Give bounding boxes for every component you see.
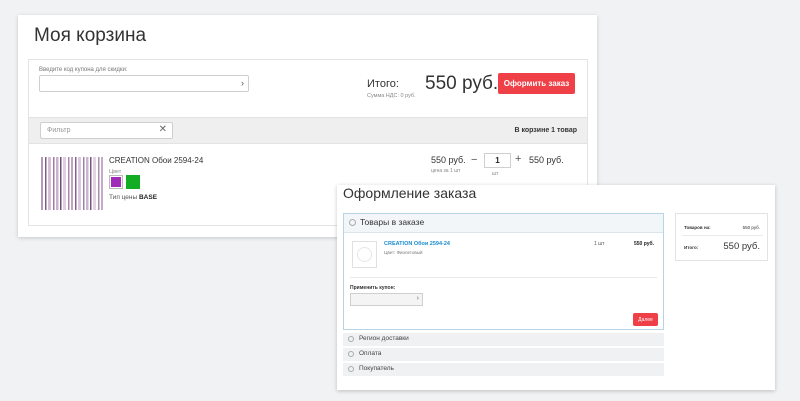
chevron-right-icon[interactable]: › bbox=[241, 78, 244, 88]
section-delivery-region[interactable]: Регион доставки bbox=[343, 333, 664, 346]
divider bbox=[350, 277, 657, 278]
price-type-label: Тип цены bbox=[109, 194, 138, 201]
coupon-input[interactable]: › bbox=[39, 75, 249, 92]
goods-total-label: Товаров на: bbox=[684, 225, 711, 230]
cart-count: В корзине 1 товар bbox=[514, 127, 577, 134]
next-button[interactable]: Далее bbox=[633, 313, 658, 326]
section-buyer[interactable]: Покупатель bbox=[343, 363, 664, 376]
expand-icon bbox=[348, 351, 354, 357]
order-items-title: Товары в заказе bbox=[360, 217, 425, 227]
quantity-unit: шт bbox=[492, 171, 499, 177]
image-placeholder-icon bbox=[357, 247, 372, 262]
filter-placeholder: Фильтр bbox=[47, 127, 71, 134]
order-items-header[interactable]: Товары в заказе bbox=[344, 214, 663, 233]
collapse-icon bbox=[349, 219, 356, 226]
order-total-value: 550 руб. bbox=[723, 241, 760, 252]
order-items-section: Товары в заказе CREATION Обои 2594-24 Цв… bbox=[343, 213, 664, 330]
order-summary: Товаров на: 550 руб. Итого: 550 руб. bbox=[675, 213, 768, 261]
order-item-price: 550 руб. bbox=[634, 241, 654, 247]
goods-total-value: 550 руб. bbox=[742, 225, 760, 230]
unit-price-note: цена за 1 шт bbox=[431, 168, 461, 174]
product-thumbnail[interactable] bbox=[40, 157, 103, 210]
filter-bar: Фильтр ✕ В корзине 1 товар bbox=[28, 117, 588, 144]
apply-coupon-input[interactable]: › bbox=[350, 293, 423, 306]
price-type-value: BASE bbox=[138, 194, 158, 201]
apply-coupon-label: Применить купон: bbox=[350, 285, 396, 291]
total-label: Итого: bbox=[367, 78, 399, 90]
checkout-button[interactable]: Оформить заказ bbox=[498, 73, 575, 94]
checkout-panel: Оформление заказа Товары в заказе CREATI… bbox=[337, 185, 775, 390]
vat-label: Сумма НДС: 0 руб. bbox=[367, 93, 416, 99]
expand-icon bbox=[348, 366, 354, 372]
color-swatch-green[interactable] bbox=[126, 175, 140, 189]
product-name[interactable]: CREATION Обои 2594-24 bbox=[109, 156, 203, 165]
page-title: Моя корзина bbox=[34, 25, 147, 46]
quantity-increase-button[interactable]: + bbox=[515, 153, 521, 165]
section-payment[interactable]: Оплата bbox=[343, 348, 664, 361]
section-label: Покупатель bbox=[359, 365, 394, 372]
coupon-hint: Введите код купона для скидки: bbox=[39, 67, 128, 73]
line-total: 550 руб. bbox=[529, 155, 564, 165]
order-item-name[interactable]: CREATION Обои 2594-24 bbox=[384, 241, 450, 247]
total-amount: 550 руб. bbox=[425, 73, 499, 94]
checkout-title: Оформление заказа bbox=[343, 185, 477, 201]
close-icon[interactable]: ✕ bbox=[159, 124, 167, 135]
order-item-quantity: 1 шт bbox=[594, 241, 605, 247]
product-thumbnail-placeholder bbox=[352, 241, 377, 268]
section-label: Оплата bbox=[359, 350, 382, 357]
order-item-color: Цвет: Фиолетовый bbox=[384, 250, 423, 255]
expand-icon bbox=[348, 336, 354, 342]
divider bbox=[682, 235, 763, 236]
filter-input[interactable]: Фильтр ✕ bbox=[40, 122, 173, 139]
chevron-right-icon[interactable]: › bbox=[417, 295, 419, 302]
coupon-section: Введите код купона для скидки: › Итого: … bbox=[28, 59, 588, 119]
order-total-label: Итого: bbox=[684, 245, 699, 250]
price-type: Тип цены BASE bbox=[109, 194, 157, 201]
section-label: Регион доставки bbox=[359, 335, 409, 342]
color-swatch-purple[interactable] bbox=[109, 175, 123, 189]
quantity-input[interactable]: 1 bbox=[484, 153, 511, 168]
unit-price: 550 руб. bbox=[431, 155, 466, 165]
quantity-decrease-button[interactable]: − bbox=[471, 154, 477, 166]
